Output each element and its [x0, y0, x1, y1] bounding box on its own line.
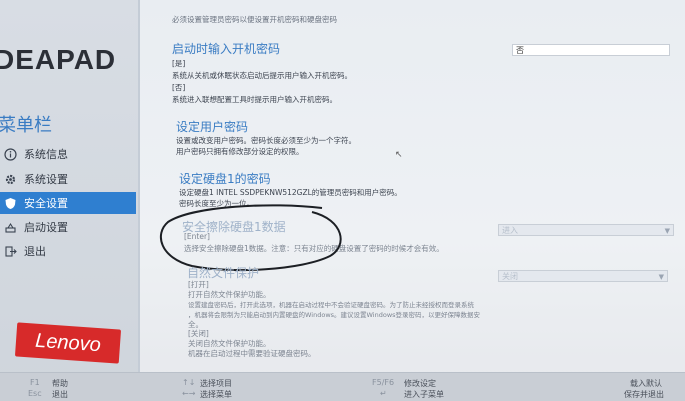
- select-menu-hint: 选择菜单: [200, 390, 232, 399]
- sidebar-item-security-settings[interactable]: 安全设置: [0, 192, 136, 214]
- sidebar-item-boot-settings[interactable]: 启动设置: [0, 216, 136, 238]
- sidebar-item-label: 安全设置: [24, 197, 68, 210]
- enter-submenu-hint: 进入子菜单: [404, 390, 444, 399]
- key-hint: Esc: [28, 389, 42, 398]
- option-description: 系统进入联想配置工具时提示用户输入开机密码。: [172, 95, 337, 104]
- load-defaults-hint[interactable]: 载入默认: [630, 378, 662, 389]
- lenovo-logo: Lenovo: [14, 322, 122, 364]
- save-exit-hint[interactable]: 保存并退出: [624, 389, 664, 400]
- sidebar-item-system-info[interactable]: 系统信息: [0, 143, 136, 165]
- enter-key-icon: ↵: [380, 389, 387, 398]
- sidebar-item-label: 系统设置: [24, 173, 68, 186]
- power-on-password-value[interactable]: 否: [512, 44, 670, 56]
- menu-heading: 菜单栏: [0, 115, 52, 136]
- ideapad-logo: DEAPAD: [0, 44, 117, 75]
- option-description: 系统从关机或休眠状态启动后提示用户输入开机密码。: [172, 71, 352, 80]
- exit-icon: [2, 243, 18, 259]
- option-description: 机器在启动过程中需要验证硬盘密码。: [188, 349, 316, 358]
- sidebar-item-label: 启动设置: [24, 221, 68, 234]
- secure-erase-value[interactable]: 进入 ▼: [498, 224, 674, 236]
- shield-icon: [2, 195, 18, 211]
- up-down-arrow-icon: ↑↓: [182, 378, 196, 387]
- key-hint: F5/F6: [372, 378, 395, 387]
- set-hdd-password-title[interactable]: 设定硬盘1的密码: [179, 170, 271, 187]
- exit-hint[interactable]: 退出: [52, 389, 68, 400]
- gear-icon: [2, 171, 18, 187]
- option-description: 用户密码只拥有修改部分设定的权限。: [176, 147, 304, 156]
- sidebar-item-system-settings[interactable]: 系统设置: [0, 168, 136, 190]
- chevron-down-icon: ▼: [664, 227, 670, 235]
- top-partial-text: 必须设置管理员密码以便设置开机密码和硬盘密码: [172, 15, 337, 24]
- info-icon: [2, 146, 18, 162]
- help-hint[interactable]: 帮助: [52, 378, 68, 389]
- sidebar-item-label: 系统信息: [24, 148, 68, 161]
- option-description: ，机器将会限制为只能启动到内置硬盘的Windows。建议设置Windows登录密…: [188, 311, 481, 319]
- sidebar-item-exit[interactable]: 退出: [0, 240, 136, 262]
- set-user-password-title[interactable]: 设定用户密码: [176, 118, 248, 135]
- option-label: [是]: [172, 59, 186, 68]
- natural-file-protection-value[interactable]: 关闭 ▼: [498, 270, 668, 282]
- key-hint: F1: [30, 378, 40, 387]
- security-settings-panel: 必须设置管理员密码以便设置开机密码和硬盘密码 启动时输入开机密码 否 [是] 系…: [138, 0, 685, 372]
- chevron-down-icon: ▼: [658, 273, 664, 281]
- key-help-bar: F1 帮助 Esc 退出 ↑↓ 选择项目 ←→ 选择菜单 F5/F6 修改设定 …: [0, 372, 685, 401]
- sidebar: DEAPAD 菜单栏 系统信息 系统设置 安全设置 启动设置 退出 Lenovo: [0, 0, 140, 400]
- select-item-hint: 选择项目: [200, 379, 232, 388]
- option-description: 设定硬盘1 INTEL SSDPEKNW512GZL的管理员密码和用户密码。: [179, 188, 402, 197]
- option-label: [否]: [172, 83, 186, 92]
- power-on-password-title[interactable]: 启动时输入开机密码: [172, 40, 280, 57]
- option-description: 设置或改变用户密码。密码长度必须至少为一个字符。: [176, 136, 356, 145]
- sidebar-item-label: 退出: [24, 245, 46, 258]
- mouse-cursor-icon: ↖: [395, 150, 403, 160]
- option-description: 设置建盘密码后，打开此选项，机器在启动过程中不会验证硬盘密码。为了防止未经授权而…: [188, 301, 474, 309]
- left-right-arrow-icon: ←→: [182, 389, 196, 398]
- modify-setting-hint: 修改设定: [404, 379, 436, 388]
- boot-icon: [2, 219, 18, 235]
